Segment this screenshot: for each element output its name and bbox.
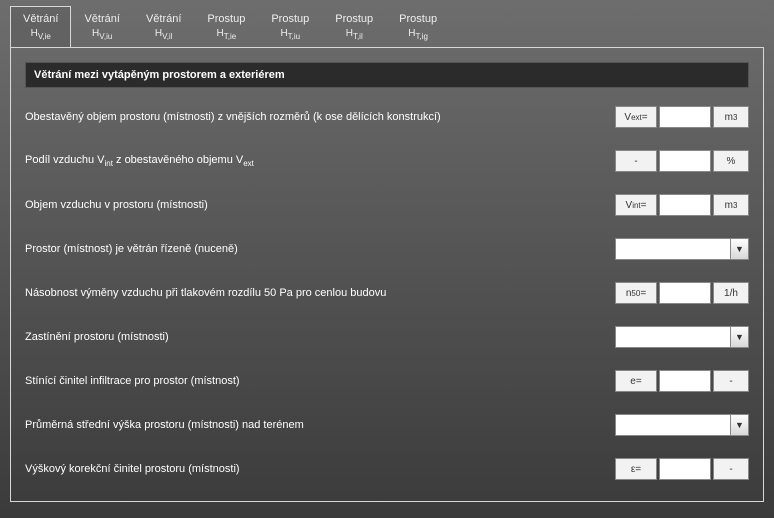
field-input[interactable]: [659, 194, 711, 216]
tab-Tie[interactable]: Prostup HT,ie: [194, 6, 258, 47]
section-title: Větrání mezi vytápěným prostorem a exter…: [25, 62, 749, 88]
field-unit: -: [713, 370, 749, 392]
tab-label-line1: Větrání: [84, 13, 119, 25]
tab-label-line1: Větrání: [23, 13, 58, 25]
row-controls: n50= 1/h: [615, 282, 749, 304]
form-row: Obestavěný objem prostoru (místnosti) z …: [25, 106, 749, 128]
tab-label-line1: Větrání: [146, 13, 181, 25]
tab-label-line1: Prostup: [271, 13, 309, 25]
form-row: Zastínění prostoru (místnosti) ▼: [25, 326, 749, 348]
tab-label-line2: HV,iu: [84, 28, 119, 41]
field-symbol: Vext=: [615, 106, 657, 128]
field-input[interactable]: [659, 106, 711, 128]
tab-label-line2: HV,ie: [23, 28, 58, 41]
select[interactable]: ▼: [615, 238, 749, 260]
tab-label-line2: HT,ie: [207, 28, 245, 41]
tab-Tig[interactable]: Prostup HT,ig: [386, 6, 450, 47]
form-row: Průměrná střední výška prostoru (místnos…: [25, 414, 749, 436]
row-label: Výškový korekční činitel prostoru (místn…: [25, 463, 615, 475]
field-input[interactable]: [659, 458, 711, 480]
row-label: Prostor (místnost) je větrán řízeně (nuc…: [25, 243, 615, 255]
row-label: Obestavěný objem prostoru (místnosti) z …: [25, 111, 615, 123]
row-label: Stínící činitel infiltrace pro prostor (…: [25, 375, 615, 387]
field-symbol: n50=: [615, 282, 657, 304]
row-label: Zastínění prostoru (místnosti): [25, 331, 615, 343]
row-controls: ▼: [615, 238, 749, 260]
tab-label-line2: HT,iu: [271, 28, 309, 41]
row-controls: -%: [615, 150, 749, 172]
chevron-down-icon: ▼: [730, 327, 748, 347]
field-symbol: Vint=: [615, 194, 657, 216]
row-label: Objem vzduchu v prostoru (místnosti): [25, 199, 615, 211]
chevron-down-icon: ▼: [730, 415, 748, 435]
tab-label-line1: Prostup: [335, 13, 373, 25]
form-row: Výškový korekční činitel prostoru (místn…: [25, 458, 749, 480]
select[interactable]: ▼: [615, 414, 749, 436]
field-unit: -: [713, 458, 749, 480]
tab-Vil[interactable]: Větrání HV,il: [133, 6, 194, 47]
form-row: Násobnost výměny vzduchu při tlakovém ro…: [25, 282, 749, 304]
tab-label-line1: Prostup: [399, 13, 437, 25]
row-controls: ▼: [615, 326, 749, 348]
field-unit: 1/h: [713, 282, 749, 304]
tab-label-line2: HV,il: [146, 28, 181, 41]
field-symbol: -: [615, 150, 657, 172]
field-symbol: e=: [615, 370, 657, 392]
tab-Viu[interactable]: Větrání HV,iu: [71, 6, 132, 47]
field-unit: m3: [713, 194, 749, 216]
tab-label-line2: HT,ig: [399, 28, 437, 41]
panel: Větrání mezi vytápěným prostorem a exter…: [10, 47, 764, 502]
tab-Til[interactable]: Prostup HT,il: [322, 6, 386, 47]
form-row: Prostor (místnost) je větrán řízeně (nuc…: [25, 238, 749, 260]
chevron-down-icon: ▼: [730, 239, 748, 259]
tab-label-line1: Prostup: [207, 13, 245, 25]
row-controls: Vext= m3: [615, 106, 749, 128]
field-symbol: ε=: [615, 458, 657, 480]
row-label: Průměrná střední výška prostoru (místnos…: [25, 419, 615, 431]
tab-label-line2: HT,il: [335, 28, 373, 41]
row-controls: e= -: [615, 370, 749, 392]
select-value: [616, 415, 730, 435]
tab-Tiu[interactable]: Prostup HT,iu: [258, 6, 322, 47]
field-unit: m3: [713, 106, 749, 128]
field-input[interactable]: [659, 150, 711, 172]
row-controls: Vint= m3: [615, 194, 749, 216]
row-controls: ε= -: [615, 458, 749, 480]
tab-Vie[interactable]: Větrání HV,ie: [10, 6, 71, 47]
row-label: Podíl vzduchu Vint z obestavěného objemu…: [25, 154, 615, 168]
form-row: Stínící činitel infiltrace pro prostor (…: [25, 370, 749, 392]
field-input[interactable]: [659, 282, 711, 304]
select[interactable]: ▼: [615, 326, 749, 348]
field-unit: %: [713, 150, 749, 172]
form-row: Podíl vzduchu Vint z obestavěného objemu…: [25, 150, 749, 172]
row-label: Násobnost výměny vzduchu při tlakovém ro…: [25, 287, 615, 299]
row-controls: ▼: [615, 414, 749, 436]
select-value: [616, 327, 730, 347]
select-value: [616, 239, 730, 259]
form-row: Objem vzduchu v prostoru (místnosti)Vint…: [25, 194, 749, 216]
field-input[interactable]: [659, 370, 711, 392]
